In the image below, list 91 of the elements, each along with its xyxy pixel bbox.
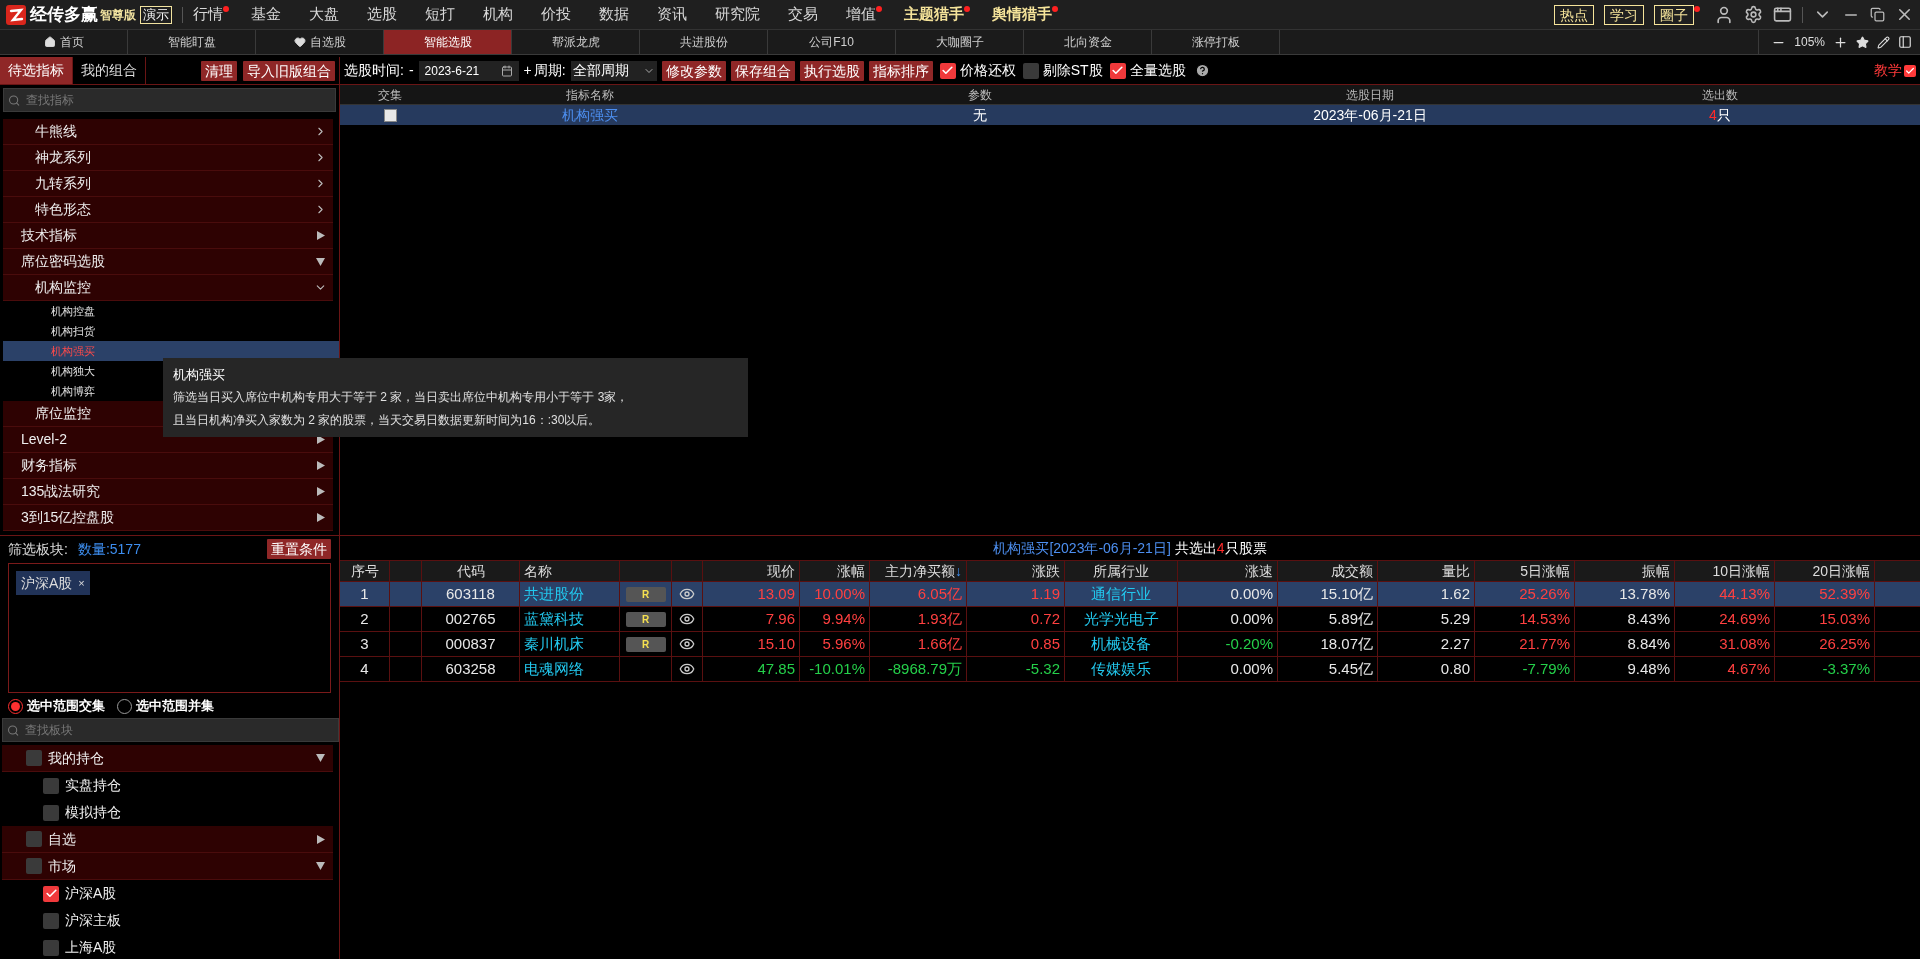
table-cell: 13.78%: [1619, 584, 1670, 604]
table-cell: 1.19: [1030, 584, 1060, 604]
table-cell: -0.20%: [1225, 634, 1273, 654]
block-label: 实盘持仓: [65, 776, 122, 795]
column-header: 参数: [967, 87, 993, 104]
table-cell: -7.79%: [1522, 659, 1570, 679]
tooltip-text: 筛选当日买入席位中机构专用大于等于 2 家，当日卖出席位中机构专用小于等于 3家，: [173, 389, 630, 406]
table-cell: 31.08%: [1719, 634, 1770, 654]
table-cell: 0.00%: [1230, 659, 1273, 679]
table-cell: 6.05亿: [917, 584, 962, 604]
indicator-name: 机构强买: [562, 106, 618, 123]
table-cell: 603118: [446, 584, 495, 604]
table-cell: 15.03%: [1819, 609, 1870, 629]
table-cell: 8.43%: [1627, 609, 1670, 629]
table-cell: 4: [360, 659, 369, 679]
table-cell: 1.93亿: [917, 609, 962, 629]
table-cell: 47.85: [757, 659, 795, 679]
table-cell: 机械设备: [1091, 634, 1151, 654]
params-text: 无: [973, 106, 987, 123]
table-cell: 15.10: [757, 634, 795, 654]
table-cell: 0.85: [1030, 634, 1060, 654]
table-cell: 光学光电子: [1083, 609, 1159, 629]
table-cell: -10.01%: [809, 659, 865, 679]
column-header: 选出数: [1701, 87, 1739, 104]
table-cell: 通信行业: [1091, 584, 1151, 604]
tag-label: 沪深A股: [21, 573, 73, 593]
edition-label: 智尊版: [100, 6, 136, 24]
zoom-level: 105%: [1794, 34, 1825, 51]
table-cell: 18.07亿: [1320, 634, 1373, 654]
table-cell: 9.48%: [1627, 659, 1670, 679]
block-label: 上海A股: [65, 938, 118, 957]
results-title: 机构强买[2023年-06月-21日]: [993, 538, 1171, 558]
column-header: 选股日期: [1345, 87, 1395, 104]
filter-count: 数量:5177: [77, 539, 141, 559]
table-cell: 5.96%: [822, 634, 865, 654]
table-cell: 5.29: [1440, 609, 1470, 629]
table-cell: -5.32: [1025, 659, 1060, 679]
mode-badge: 演示: [140, 5, 172, 24]
filter-label: 筛选板块:: [8, 539, 68, 559]
table-cell: 25.26%: [1519, 584, 1570, 604]
column-header: 指标名称: [565, 87, 615, 104]
table-cell: 0.00%: [1230, 609, 1273, 629]
block-label: 沪深主板: [65, 911, 122, 930]
table-cell: 9.94%: [822, 609, 865, 629]
table-cell: 10.00%: [814, 584, 865, 604]
table-cell: 002765: [445, 609, 496, 629]
block-label: 市场: [48, 856, 77, 876]
table-cell: 传媒娱乐: [1091, 659, 1151, 679]
block-label: 我的持仓: [48, 748, 105, 768]
brand-name: 经传多赢: [30, 3, 98, 26]
table-cell: -3.37%: [1822, 659, 1870, 679]
table-cell: 52.39%: [1819, 584, 1870, 604]
table-cell: 共进股份: [524, 584, 584, 604]
period-label: 周期:: [533, 61, 566, 80]
table-cell: 2: [360, 609, 369, 629]
table-cell: 1.66亿: [917, 634, 962, 654]
table-cell: 8.84%: [1627, 634, 1670, 654]
table-cell: 1: [360, 584, 369, 604]
table-cell: 4.67%: [1727, 659, 1770, 679]
block-label: 模拟持仓: [65, 803, 122, 822]
tooltip-text: 且当日机构净买入家数为 2 家的股票，当天交易日数据更新时间为16：:30以后。: [173, 412, 602, 429]
table-cell: 26.25%: [1819, 634, 1870, 654]
table-cell: 603258: [445, 659, 496, 679]
table-cell: 秦川机床: [524, 634, 584, 654]
table-cell: 3: [360, 634, 369, 654]
table-cell: 21.77%: [1519, 634, 1570, 654]
column-header: 交集: [377, 87, 403, 104]
table-cell: 0.72: [1030, 609, 1060, 629]
table-cell: 电魂网络: [524, 659, 584, 679]
result-count: 4只: [1709, 106, 1731, 123]
table-cell: 1.62: [1440, 584, 1470, 604]
table-cell: 7.96: [765, 609, 795, 629]
date-label: 选股时间:: [344, 61, 404, 80]
table-cell: 15.10亿: [1320, 584, 1373, 604]
table-cell: 2.27: [1440, 634, 1470, 654]
table-cell: 13.09: [757, 584, 795, 604]
table-cell: 14.53%: [1519, 609, 1570, 629]
table-cell: 蓝黛科技: [524, 609, 584, 629]
block-label: 自选: [48, 829, 77, 849]
date-text: 2023年-06月-21日: [1313, 106, 1427, 123]
table-cell: 0.00%: [1230, 584, 1273, 604]
table-cell: 000837: [445, 634, 496, 654]
table-cell: 44.13%: [1719, 584, 1770, 604]
tooltip-title: 机构强买: [173, 366, 226, 384]
block-label: 沪深A股: [65, 884, 118, 903]
table-cell: 5.45亿: [1328, 659, 1373, 679]
table-cell: 5.89亿: [1328, 609, 1373, 629]
table-cell: -8968.79万: [887, 659, 962, 679]
table-cell: 0.80: [1440, 659, 1470, 679]
results-summary: 共选出4只股票: [1174, 538, 1267, 558]
table-cell: 24.69%: [1719, 609, 1770, 629]
